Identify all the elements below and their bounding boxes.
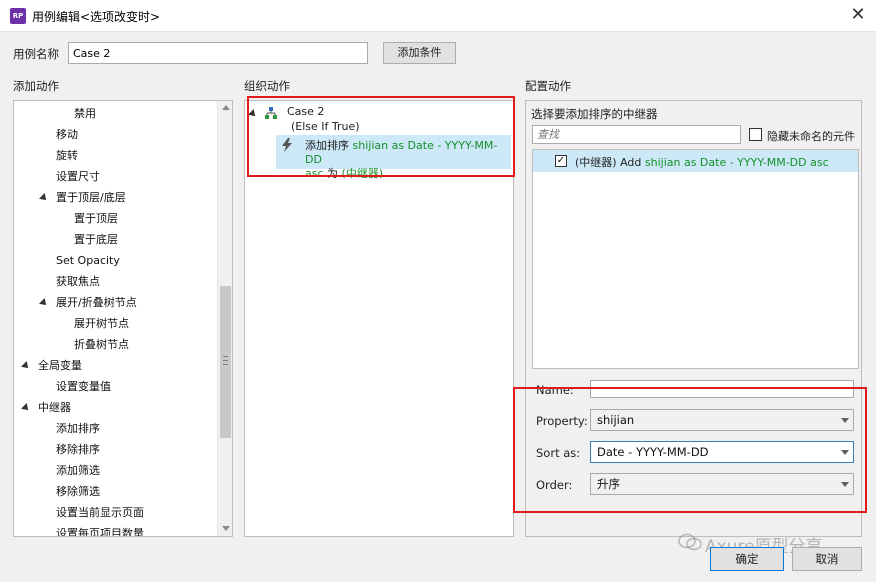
collapse-triangle-icon[interactable]: [248, 109, 258, 119]
search-input[interactable]: [532, 125, 741, 144]
add-actions-title: 添加动作: [13, 79, 59, 93]
case-name-input[interactable]: [68, 42, 368, 64]
action-tree-item[interactable]: 添加筛选: [56, 461, 100, 481]
axure-app-icon: RP: [10, 8, 26, 24]
action-list-item[interactable]: 添加排序 shijian as Date - YYYY-MM-DD asc 为 …: [276, 135, 511, 180]
name-input[interactable]: [590, 380, 854, 398]
sort-as-label: Sort as:: [536, 446, 581, 460]
add-actions-panel: 禁用 移动 旋转 设置尺寸 置于顶层/底层 置于顶层 置于底层 Set Opacity 获取焦点…: [13, 100, 233, 537]
order-value: 升序: [597, 477, 620, 491]
case-node-label[interactable]: Case 2: [287, 105, 324, 118]
window-title: 用例编辑<选项改变时>: [32, 10, 161, 24]
scroll-down-arrow-icon[interactable]: [222, 526, 230, 531]
action-tree-item[interactable]: 展开树节点: [74, 314, 129, 334]
action-tree-item[interactable]: 中继器: [38, 398, 71, 418]
scroll-grip-icon: [223, 356, 228, 365]
sort-as-value: Date - YYYY-MM-DD: [597, 445, 709, 459]
repeater-item-sort-spec: shijian as Date - YYYY-MM-DD asc: [644, 156, 829, 169]
expand-triangle-icon[interactable]: [21, 361, 31, 371]
action-tree-item[interactable]: 展开/折叠树节点: [56, 293, 137, 313]
add-actions-scrollbar[interactable]: [217, 101, 232, 536]
hide-unnamed-label: 隐藏未命名的元件: [767, 130, 855, 143]
expand-triangle-icon[interactable]: [21, 403, 31, 413]
close-icon[interactable]: ✕: [848, 5, 868, 25]
action-tree-item[interactable]: 设置变量值: [56, 377, 111, 397]
name-label: Name:: [536, 383, 574, 397]
action-tree-item[interactable]: 置于顶层/底层: [56, 188, 126, 208]
action-tree-item[interactable]: 移除排序: [56, 440, 100, 460]
action-tree-item[interactable]: 折叠树节点: [74, 335, 129, 355]
scroll-up-arrow-icon[interactable]: [222, 105, 230, 110]
action-prefix: 添加排序: [305, 139, 353, 152]
property-value: shijian: [597, 413, 635, 427]
property-label: Property:: [536, 414, 588, 428]
chevron-down-icon: [841, 418, 849, 423]
expand-triangle-icon[interactable]: [39, 298, 49, 308]
action-tree-item[interactable]: 移动: [56, 125, 78, 145]
cancel-button[interactable]: 取消: [792, 547, 862, 571]
action-tree-item[interactable]: 置于顶层: [74, 209, 118, 229]
action-tree-item[interactable]: 旋转: [56, 146, 78, 166]
property-select[interactable]: shijian: [590, 409, 854, 431]
repeater-list-item[interactable]: ✓ (中继器) Add shijian as Date - YYYY-MM-DD…: [533, 150, 858, 172]
order-select[interactable]: 升序: [590, 473, 854, 495]
action-tree-item[interactable]: 获取焦点: [56, 272, 100, 292]
hide-unnamed-checkbox[interactable]: [749, 128, 762, 141]
repeater-item-text: (中继器) Add shijian as Date - YYYY-MM-DD a…: [575, 154, 829, 170]
case-condition-text: (Else If True): [291, 120, 360, 133]
action-tree-item[interactable]: Set Opacity: [56, 251, 120, 271]
case-tree-icon: [265, 107, 277, 119]
expand-triangle-icon[interactable]: [39, 193, 49, 203]
order-label: Order:: [536, 478, 573, 492]
action-tree-item[interactable]: 设置当前显示页面: [56, 503, 144, 523]
action-tree-item[interactable]: 全局变量: [38, 356, 82, 376]
chevron-down-icon: [841, 450, 849, 455]
action-tree-item[interactable]: 置于底层: [74, 230, 118, 250]
case-name-label: 用例名称: [13, 47, 59, 61]
action-order-text: asc: [305, 167, 324, 180]
action-tree-item[interactable]: 移除筛选: [56, 482, 100, 502]
chevron-down-icon: [841, 482, 849, 487]
sort-as-select[interactable]: Date - YYYY-MM-DD: [590, 441, 854, 463]
repeater-checkbox[interactable]: ✓: [555, 155, 567, 167]
wechat-watermark-icon: [678, 533, 702, 551]
lightning-bolt-icon: [282, 138, 292, 152]
action-tree-item[interactable]: 设置尺寸: [56, 167, 100, 187]
scroll-thumb[interactable]: [220, 286, 231, 438]
action-tree-item[interactable]: 设置每页项目数量: [56, 524, 144, 536]
action-tree-item[interactable]: 添加排序: [56, 419, 100, 439]
action-description: 添加排序 shijian as Date - YYYY-MM-DD asc 为 …: [305, 139, 510, 181]
pick-repeater-label: 选择要添加排序的中继器: [531, 107, 658, 121]
action-tree-item[interactable]: 禁用: [74, 104, 96, 124]
add-condition-button[interactable]: 添加条件: [383, 42, 456, 64]
configure-actions-title: 配置动作: [525, 79, 571, 93]
ok-button[interactable]: 确定: [710, 547, 784, 571]
organize-actions-panel: Case 2 (Else If True) 添加排序 shijian as Da…: [244, 100, 514, 537]
action-target-text: (中继器): [341, 167, 384, 180]
repeater-list: ✓ (中继器) Add shijian as Date - YYYY-MM-DD…: [532, 149, 859, 369]
organize-actions-title: 组织动作: [244, 79, 290, 93]
action-connector-text: 为: [323, 167, 342, 180]
configure-actions-panel: 选择要添加排序的中继器 隐藏未命名的元件 ✓ (中继器) Add shijian…: [525, 100, 862, 537]
repeater-item-prefix: (中继器) Add: [575, 156, 645, 169]
